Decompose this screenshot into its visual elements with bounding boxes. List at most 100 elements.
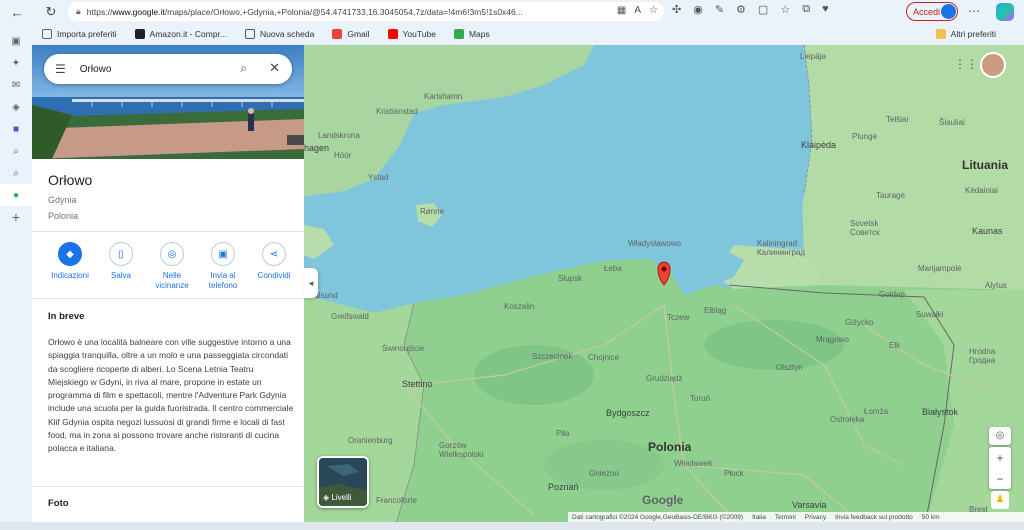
collections-icon[interactable]: ⧉ [802,3,810,16]
search-input[interactable]: Orłowo [80,64,112,75]
map-label-marijampole: Marijampolė [918,264,962,273]
url-prefix: https:// [86,6,113,17]
map-canvas[interactable]: Polonia Lituania Klaipėda Kaunas Białyst… [304,45,1024,530]
extension-icon[interactable]: ✣ [672,3,681,16]
save-button[interactable]: ▯ Salva [97,242,145,291]
split-screen-icon[interactable]: ▢ [758,3,768,16]
favorites-icon[interactable]: ☆ [780,3,790,16]
map-label-goldap: Gołdap [879,290,905,299]
shopping-icon[interactable]: ◈ [0,96,32,118]
map-label-grodno: Hrodna Гродна [969,347,996,365]
amazon-icon [134,29,145,39]
layers-button[interactable]: ◈ Livelli [317,456,369,508]
bookmark-label: Amazon.it - Compr... [149,29,227,39]
favorite-star-icon[interactable]: ☆ [649,5,658,16]
tabs-icon[interactable]: ▣ [0,30,32,52]
directions-button[interactable]: ◆ Indicazioni [46,242,94,291]
google-apps-icon[interactable]: ⋮⋮ [954,57,978,71]
address-bar[interactable]: 🔒︎ https://www.google.it/maps/place/Orło… [68,2,664,21]
extension-icons: ✣ ◉ ✎ ⚙ ▢ ☆ ⧉ ♥ [672,3,829,16]
more-options-icon[interactable]: ⋯ [968,4,980,18]
layers-label: ◈ Livelli [323,493,351,502]
bookmark-item[interactable]: Importa preferiti [42,29,117,39]
scale-bar[interactable]: 50 km [922,514,940,521]
signin-label: Accedi [913,6,941,17]
back-icon[interactable]: ← [6,1,28,23]
zoom-out-button[interactable]: − [989,468,1011,489]
bookmark-item[interactable]: Amazon.it - Compr... [134,29,227,39]
privacy-link[interactable]: Privacy [805,514,826,521]
action-label: Invia al telefono [208,271,238,290]
bookmark-label: Importa preferiti [57,29,117,39]
map-label-kristianstad: Kristianstad [376,107,418,116]
map-label-wladyslawowo: Władysławowo [628,239,681,248]
url-path: /maps/place/Orłowo,+Gdynia,+Polonia/@54.… [164,6,523,17]
bookmark-item[interactable]: Nuova scheda [245,29,314,39]
bookmark-label: Gmail [347,29,370,39]
search-icon[interactable]: ⌕ [240,61,247,76]
send-to-phone-button[interactable]: ▣ Invia al telefono [199,242,247,291]
signin-button[interactable]: Accedi [906,2,958,21]
map-label-stettino: Stettino [402,379,433,389]
zoom-in-button[interactable]: + [989,447,1011,468]
search-sidebar-icon[interactable]: ⌕ [0,162,32,184]
bookmark-label: Maps [468,29,490,39]
page-icon [245,29,255,39]
map-attribution: Dati cartografici ©2024 Google,GeoBasis-… [568,512,1024,522]
other-bookmarks[interactable]: Altri preferiti [935,29,996,39]
account-avatar[interactable] [980,52,1006,78]
url-host: www.google.it [112,6,165,17]
map-label-greifswald: Greifswald [331,312,369,321]
map-label-telsiai: Telšiai [886,115,909,124]
bookmark-item[interactable]: YouTube [387,29,436,39]
maps-icon [453,29,464,39]
directions-icon: ◆ [58,242,82,266]
bookmark-item[interactable]: Maps [453,29,490,39]
search-sidebar-icon[interactable]: ⌕ [0,140,32,162]
bookmark-item[interactable]: Gmail [332,29,370,39]
share-button[interactable]: ⋖ Condividi [250,242,298,291]
map-label-suwalki: Suwałki [916,310,944,319]
pen-icon[interactable]: ✎ [715,3,724,16]
region-link[interactable]: Italia [752,514,766,521]
my-location-icon[interactable]: ◎ [989,427,1011,445]
read-aloud-icon[interactable]: A [634,5,641,16]
teams-icon[interactable]: ■ [0,118,32,140]
map-label-siauliai: Šiauliai [939,118,965,127]
divider [32,486,304,487]
map-label-elk: Ełk [889,341,901,350]
map-label-szczecinek: Szczecinek [532,352,573,361]
pegman-icon[interactable]: ♟ [991,491,1009,509]
map-label-pila: Piła [556,429,570,438]
apps-grid-icon[interactable]: ▦ [617,5,626,16]
menu-icon[interactable]: ☰ [55,62,66,76]
performance-icon[interactable]: ♥ [822,3,829,16]
map-label-tczew: Tczew [667,313,690,322]
bookmark-label: YouTube [402,29,436,39]
map-label-ystad: Ystad [368,173,389,182]
map-label-frankfurt: Francoforte [376,496,417,505]
layers-icon: ◈ [323,493,330,502]
copilot-icon[interactable] [996,3,1014,21]
map-label-oranienburg: Oranienburg [348,436,393,445]
search-box[interactable]: ☰ Orłowo ⌕ ✕ [44,54,292,84]
extension-icon[interactable]: ◉ [693,3,703,16]
maps-sidebar-icon[interactable]: ● [0,184,32,206]
place-description: Orłowo è una località balneare con ville… [48,337,294,454]
add-icon[interactable]: + [0,206,32,228]
place-city: Gdynia [48,195,77,205]
place-title: Orłowo [48,172,93,188]
map-label-taurage: Tauragė [876,191,905,200]
copilot-sidebar-icon[interactable]: ✦ [0,52,32,74]
puzzle-icon[interactable]: ⚙ [736,3,746,16]
close-icon[interactable]: ✕ [269,60,280,76]
feedback-link[interactable]: Invia feedback sul prodotto [835,514,913,521]
mail-icon[interactable]: ✉ [0,74,32,96]
terms-link[interactable]: Termini [775,514,796,521]
collapse-panel-button[interactable]: ◂ [304,268,318,298]
map-label-hagen: hagen [304,143,330,153]
profile-avatar-icon [941,4,956,19]
action-label: Indicazioni [51,271,89,280]
reload-icon[interactable]: ↻ [40,1,62,23]
nearby-button[interactable]: ◎ Nelle vicinanze [148,242,196,291]
